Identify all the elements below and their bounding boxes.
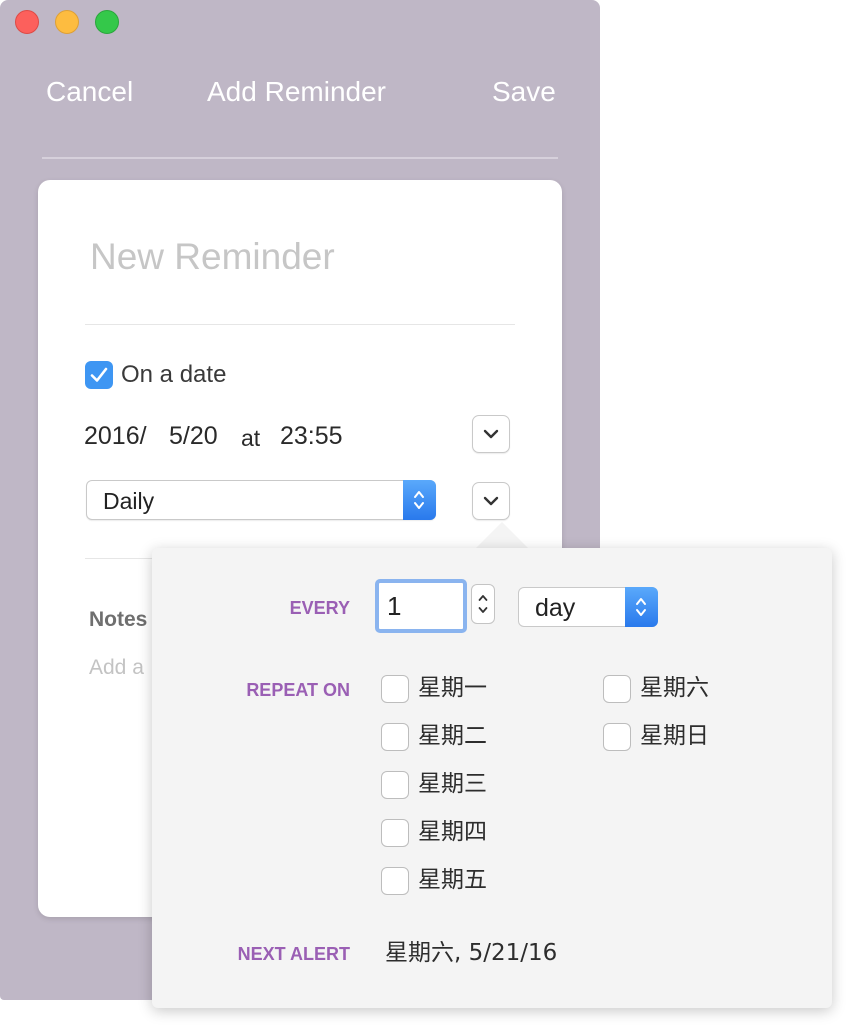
weekday-checkbox-fri[interactable] <box>381 867 409 895</box>
weekday-label-fri: 星期五 <box>418 867 487 893</box>
frequency-unit-value: day <box>535 594 576 622</box>
notes-label: Notes <box>89 608 148 631</box>
repeat-select[interactable]: Daily <box>86 480 436 520</box>
save-button[interactable]: Save <box>492 74 556 110</box>
window-zoom-button[interactable] <box>95 10 119 34</box>
popover-arrow <box>476 522 528 548</box>
stepper-arrows-icon <box>478 595 488 613</box>
frequency-unit-select[interactable]: day <box>518 587 658 627</box>
time-field[interactable]: 23:55 <box>280 420 343 452</box>
weekday-label-sun: 星期日 <box>640 723 709 749</box>
weekday-label-thu: 星期四 <box>418 819 487 845</box>
every-count-input[interactable] <box>375 579 467 633</box>
page-title: Add Reminder <box>207 76 386 107</box>
repeat-options-button[interactable] <box>472 482 510 520</box>
date-at-label: at <box>241 425 261 451</box>
on-date-checkbox[interactable] <box>85 361 113 389</box>
window-close-button[interactable] <box>15 10 39 34</box>
every-count-stepper[interactable] <box>471 584 495 624</box>
next-alert-label: NEXT ALERT <box>237 944 350 964</box>
repeat-select-value: Daily <box>103 488 155 514</box>
stepper-arrows-icon <box>636 598 646 616</box>
next-alert-value: 星期六, 5/21/16 <box>385 940 558 966</box>
date-year-field[interactable]: 2016/ <box>84 420 147 452</box>
weekday-checkbox-sun[interactable] <box>603 723 631 751</box>
chevron-down-icon <box>483 496 499 506</box>
window-minimize-button[interactable] <box>55 10 79 34</box>
every-label: EVERY <box>289 598 350 618</box>
weekday-checkbox-mon[interactable] <box>381 675 409 703</box>
checkmark-icon <box>90 367 108 382</box>
date-picker-button[interactable] <box>472 415 510 453</box>
header-divider <box>42 157 558 159</box>
chevron-down-icon <box>483 429 499 439</box>
notes-input[interactable] <box>89 654 159 682</box>
weekday-checkbox-sat[interactable] <box>603 675 631 703</box>
frequency-unit-arrows <box>625 587 658 627</box>
cancel-button[interactable]: Cancel <box>46 74 133 110</box>
repeat-popover: EVERY day REPEAT ON 星期一 星期二 星期三 星期四 星期五 … <box>152 548 832 1008</box>
weekday-checkbox-tue[interactable] <box>381 723 409 751</box>
weekday-checkbox-wed[interactable] <box>381 771 409 799</box>
repeat-select-arrows <box>403 480 436 520</box>
date-month-day-field[interactable]: 5/20 <box>169 420 218 452</box>
stepper-arrows-icon <box>414 491 424 509</box>
weekday-label-sat: 星期六 <box>640 675 709 701</box>
weekday-label-wed: 星期三 <box>418 771 487 797</box>
title-divider <box>85 324 515 325</box>
weekday-label-tue: 星期二 <box>418 723 487 749</box>
reminder-title-input[interactable] <box>90 234 510 280</box>
on-date-label: On a date <box>121 361 227 388</box>
repeat-on-label: REPEAT ON <box>246 680 350 700</box>
weekday-checkbox-thu[interactable] <box>381 819 409 847</box>
weekday-label-mon: 星期一 <box>418 675 487 701</box>
